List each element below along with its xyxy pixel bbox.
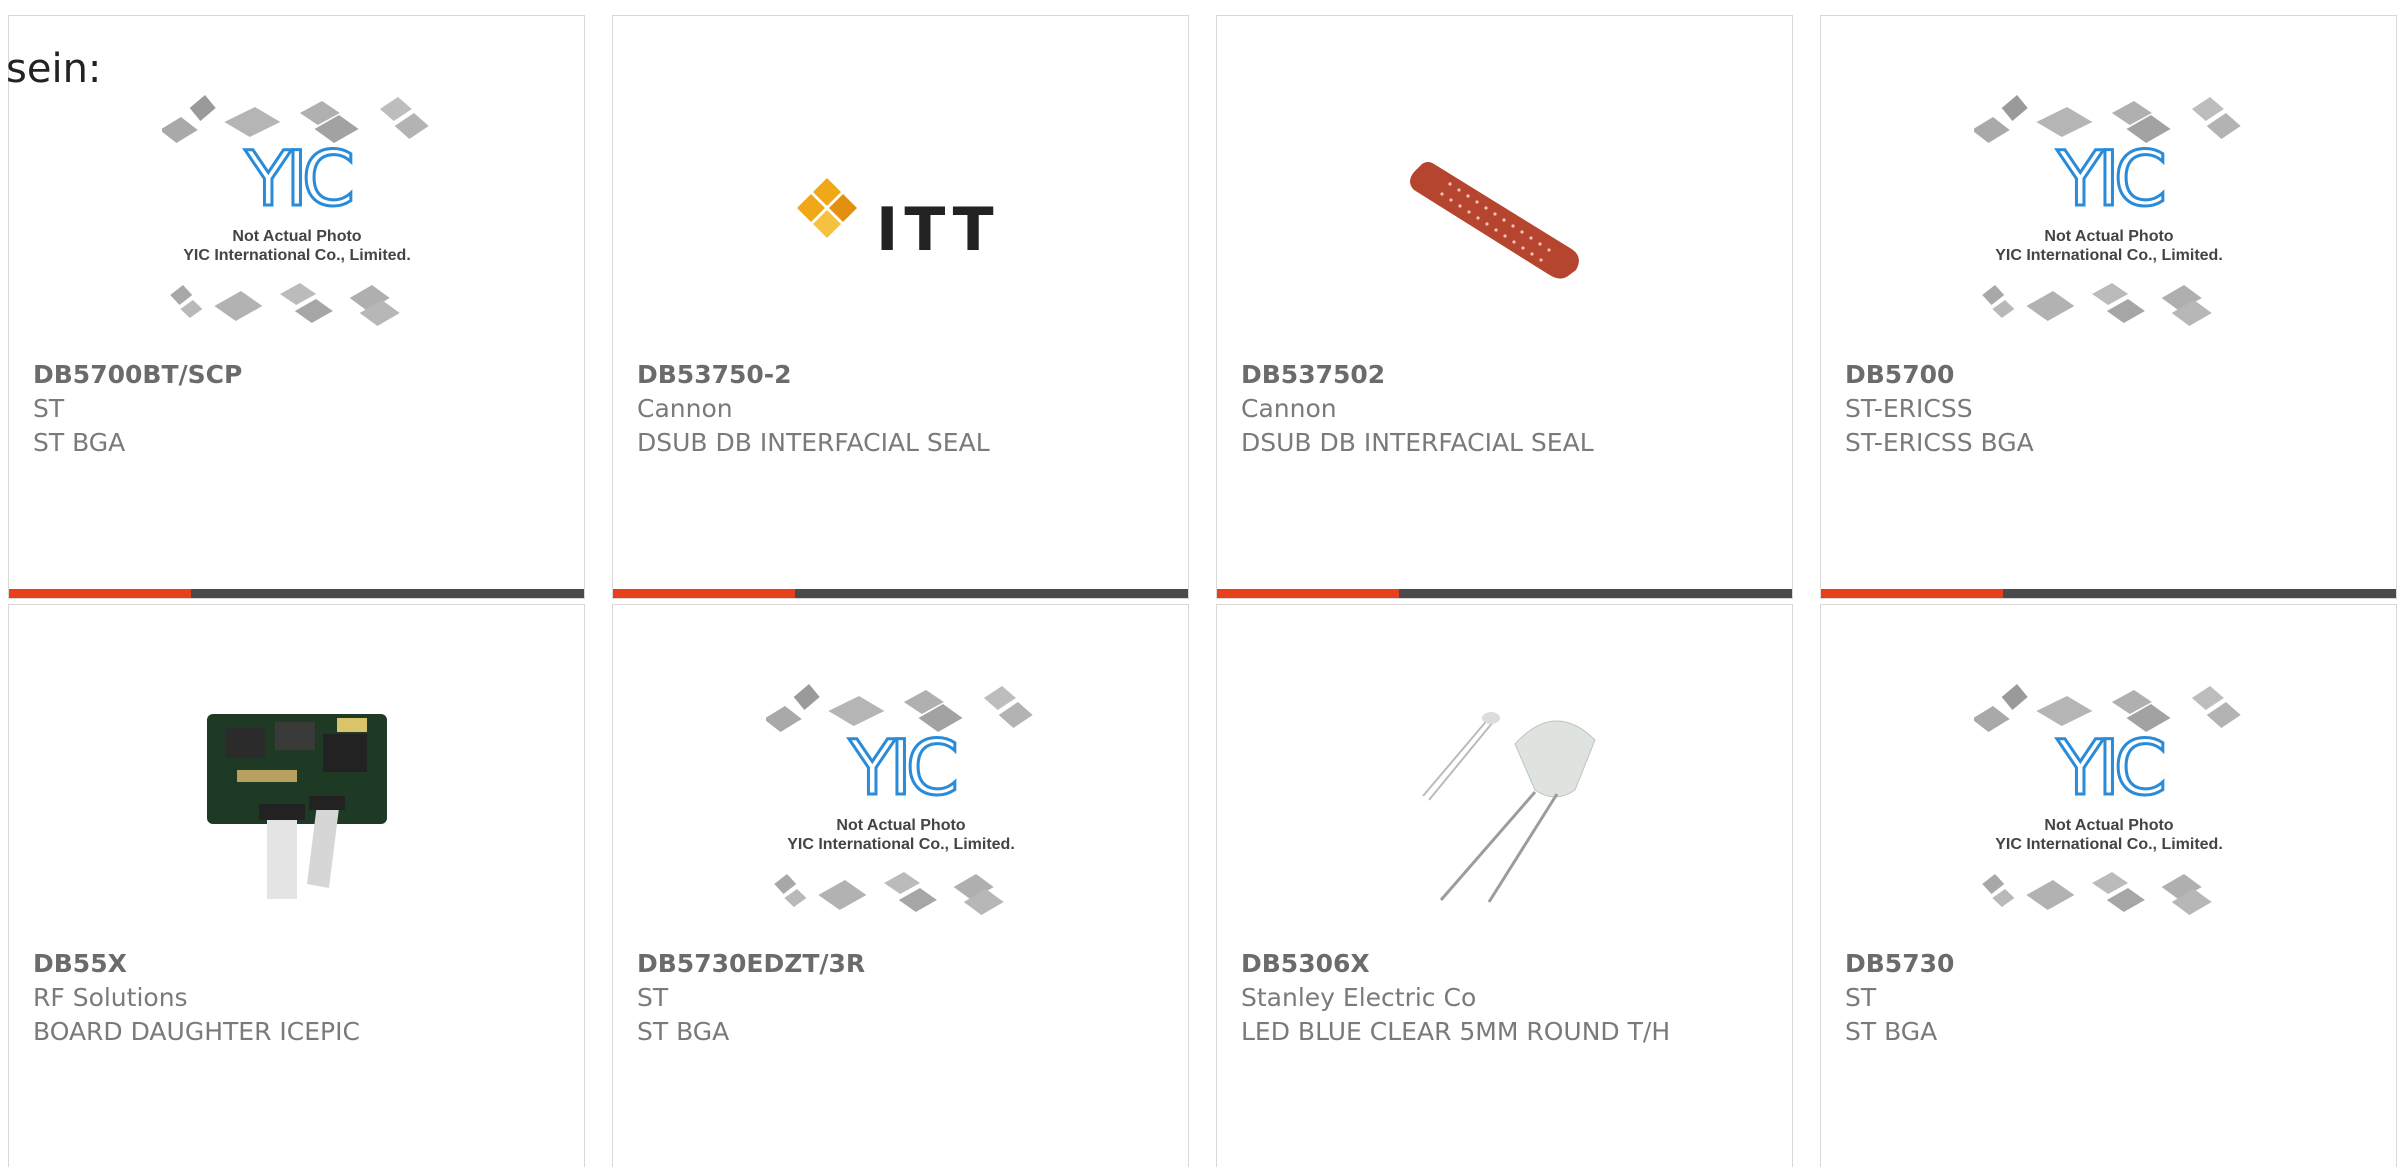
product-card[interactable]: DB5306X Stanley Electric Co LED BLUE CLEAR… <box>1216 604 1793 1167</box>
product-info: DB5700 ST-ERICSS ST-ERICSS BGA <box>1845 358 2372 460</box>
yic-placeholder-image: YIC Not Actual Photo YIC International C… <box>161 94 429 326</box>
part-number-link[interactable]: DB5700BT/SCP <box>33 358 560 392</box>
manufacturer: ST-ERICSS <box>1845 394 1973 423</box>
hover-bar <box>1217 589 1792 598</box>
hover-bar <box>613 589 1188 598</box>
svg-text:YIC: YIC <box>848 723 955 812</box>
hover-bar-accent <box>1821 589 2003 598</box>
product-card[interactable]: DB55X RF Solutions BOARD DAUGHTER ICEPIC <box>8 604 585 1167</box>
product-image[interactable]: YIC Not Actual Photo YIC International C… <box>9 72 584 357</box>
product-card[interactable]: YIC Not Actual Photo YIC International C… <box>8 15 585 599</box>
description: ST BGA <box>637 1017 730 1046</box>
svg-text:Not Actual Photo: Not Actual Photo <box>2044 817 2173 834</box>
product-image[interactable]: ITT <box>613 72 1188 357</box>
svg-text:YIC International Co., Limited: YIC International Co., Limited. <box>183 247 411 264</box>
manufacturer: ST <box>1845 983 1877 1012</box>
description: BOARD DAUGHTER ICEPIC <box>33 1017 360 1046</box>
svg-text:YIC: YIC <box>2056 134 2163 223</box>
svg-text:YIC: YIC <box>2056 723 2163 812</box>
hover-bar-accent <box>9 589 191 598</box>
seal-strip-image <box>1409 161 1579 279</box>
part-number-link[interactable]: DB53750-2 <box>637 358 1164 392</box>
manufacturer: Stanley Electric Co <box>1241 983 1477 1012</box>
pcb-board-image <box>206 713 387 899</box>
product-image[interactable] <box>1217 661 1792 946</box>
product-info: DB5730EDZT/3R ST ST BGA <box>637 947 1164 1049</box>
product-info: DB537502 Cannon DSUB DB INTERFACIAL SEAL <box>1241 358 1768 460</box>
svg-text:Not Actual Photo: Not Actual Photo <box>836 817 965 834</box>
description: ST BGA <box>1845 1017 1938 1046</box>
description: DSUB DB INTERFACIAL SEAL <box>637 428 990 457</box>
product-info: DB5306X Stanley Electric Co LED BLUE CLEAR… <box>1241 947 1768 1049</box>
description: ST BGA <box>33 428 126 457</box>
led-image <box>1421 711 1596 903</box>
hover-bar-accent <box>1217 589 1399 598</box>
svg-text:YIC International Co., Limited: YIC International Co., Limited. <box>1995 247 2223 264</box>
yic-placeholder-image: YIC Not Actual Photo YIC International C… <box>765 683 1033 915</box>
part-number-link[interactable]: DB537502 <box>1241 358 1768 392</box>
product-info: DB5700BT/SCP ST ST BGA <box>33 358 560 460</box>
product-info: DB5730 ST ST BGA <box>1845 947 2372 1049</box>
part-number-link[interactable]: DB5730 <box>1845 947 2372 981</box>
part-number-link[interactable]: DB55X <box>33 947 560 981</box>
product-card[interactable]: ITT DB53750-2 Cannon DSUB DB INTERFACIAL S… <box>612 15 1189 599</box>
part-number-link[interactable]: DB5306X <box>1241 947 1768 981</box>
product-info: DB53750-2 Cannon DSUB DB INTERFACIAL SEAL <box>637 358 1164 460</box>
product-image[interactable]: YIC Not Actual Photo YIC International C… <box>1821 661 2396 946</box>
product-image[interactable] <box>1217 72 1792 357</box>
part-number-link[interactable]: DB5700 <box>1845 358 2372 392</box>
itt-logo-image: ITT <box>796 177 1000 265</box>
product-card[interactable]: YIC Not Actual Photo YIC International C… <box>612 604 1189 1167</box>
svg-text:Not Actual Photo: Not Actual Photo <box>232 228 361 245</box>
svg-text:YIC: YIC <box>244 134 351 223</box>
part-number-link[interactable]: DB5730EDZT/3R <box>637 947 1164 981</box>
overlay-text: sein: <box>6 46 102 92</box>
product-image[interactable]: YIC Not Actual Photo YIC International C… <box>613 661 1188 946</box>
manufacturer: Cannon <box>1241 394 1337 423</box>
svg-text:Not Actual Photo: Not Actual Photo <box>2044 228 2173 245</box>
hover-bar <box>1821 589 2396 598</box>
description: LED BLUE CLEAR 5MM ROUND T/H <box>1241 1017 1671 1046</box>
description: ST-ERICSS BGA <box>1845 428 2034 457</box>
manufacturer: Cannon <box>637 394 733 423</box>
product-info: DB55X RF Solutions BOARD DAUGHTER ICEPIC <box>33 947 560 1049</box>
hover-bar <box>9 589 584 598</box>
manufacturer: RF Solutions <box>33 983 188 1012</box>
manufacturer: ST <box>637 983 669 1012</box>
product-card[interactable]: DB537502 Cannon DSUB DB INTERFACIAL SEAL <box>1216 15 1793 599</box>
yic-placeholder-image: YIC Not Actual Photo YIC International C… <box>1973 683 2241 915</box>
hover-bar-accent <box>613 589 795 598</box>
product-grid: sein: YIC Not Actual Photo YIC Internati… <box>0 0 2400 1167</box>
product-card[interactable]: YIC Not Actual Photo YIC International C… <box>1820 15 2397 599</box>
svg-text:YIC International Co., Limited: YIC International Co., Limited. <box>1995 836 2223 853</box>
description: DSUB DB INTERFACIAL SEAL <box>1241 428 1594 457</box>
svg-text:ITT: ITT <box>876 195 1000 265</box>
product-image[interactable]: YIC Not Actual Photo YIC International C… <box>1821 72 2396 357</box>
svg-text:YIC International Co., Limited: YIC International Co., Limited. <box>787 836 1015 853</box>
product-image[interactable] <box>9 661 584 946</box>
yic-placeholder-image: YIC Not Actual Photo YIC International C… <box>1973 94 2241 326</box>
product-card[interactable]: YIC Not Actual Photo YIC International C… <box>1820 604 2397 1167</box>
manufacturer: ST <box>33 394 65 423</box>
